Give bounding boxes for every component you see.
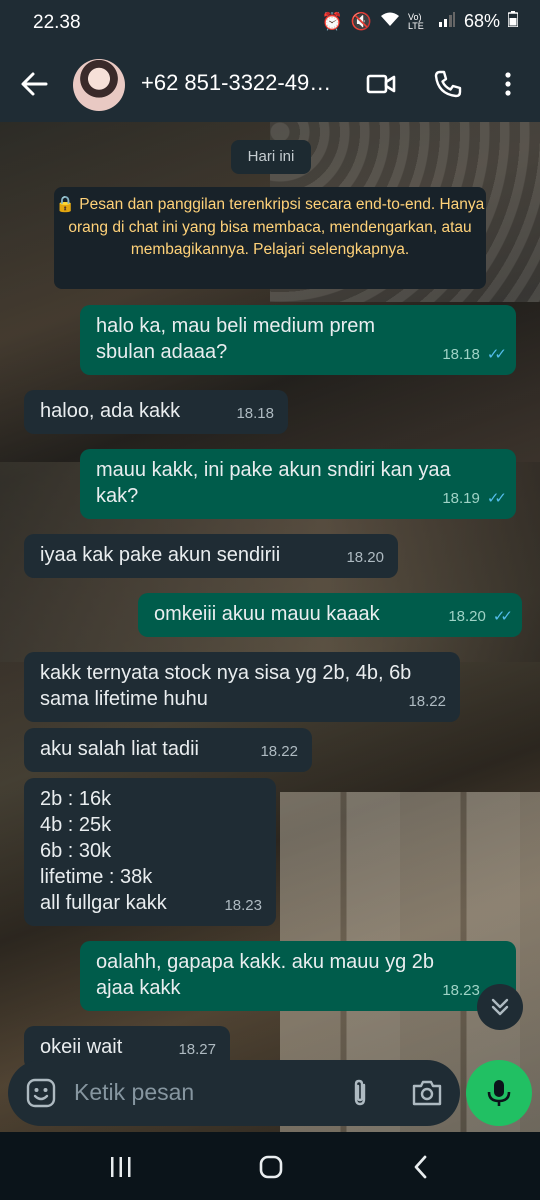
battery-level: 68%: [463, 11, 500, 31]
message-time: 18.22: [260, 743, 298, 760]
voice-message-button[interactable]: [466, 1060, 532, 1126]
message-text: iyaa kak pake akun sendirii: [40, 544, 281, 566]
message-bubble[interactable]: 2b : 16k 4b : 25k 6b : 30k lifetime : 38…: [24, 778, 276, 926]
wifi-icon: [380, 11, 400, 32]
message-text: halo ka, mau beli medium prem sbulan ada…: [96, 315, 376, 363]
message-input[interactable]: Ketik pesan: [74, 1079, 194, 1106]
camera-icon[interactable]: [410, 1077, 444, 1109]
network-label: Vo) LTE: [407, 11, 424, 31]
attachment-icon[interactable]: [344, 1077, 376, 1109]
system-nav-bar: [0, 1132, 540, 1200]
contact-name[interactable]: +62 851-3322-49…: [141, 70, 341, 96]
message-bubble[interactable]: haloo, ada kakk 18.18: [24, 390, 288, 434]
message-text: aku salah liat tadii: [40, 738, 199, 760]
signal-icon: [438, 11, 456, 32]
home-icon[interactable]: [256, 1152, 286, 1182]
encryption-notice[interactable]: 🔒 Pesan dan panggilan terenkripsi secara…: [54, 187, 486, 289]
message-meta: 18.18: [236, 401, 274, 427]
read-ticks-icon: ✓✓: [486, 490, 507, 507]
message-meta: 18.22: [408, 689, 446, 715]
message-bubble[interactable]: kakk ternyata stock nya sisa yg 2b, 4b, …: [24, 652, 460, 722]
message-meta: 18.19 ✓✓: [442, 486, 507, 512]
message-time: 18.20: [448, 608, 486, 625]
message-bubble[interactable]: oalahh, gapapa kakk. aku mauu yg 2b ajaa…: [80, 941, 516, 1011]
message-text: kakk ternyata stock nya sisa yg 2b, 4b, …: [40, 662, 412, 710]
emoji-sticker-icon[interactable]: [26, 1078, 56, 1108]
alarm-icon: ⏰: [321, 11, 343, 31]
message-meta: 18.20: [346, 545, 384, 571]
status-time: 22.38: [33, 12, 81, 33]
status-bar: 22.38 ⏰ 🔇 Vo) LTE 68%: [0, 0, 540, 46]
microphone-icon: [487, 1080, 511, 1106]
message-time: 18.23: [224, 897, 262, 914]
recent-apps-icon[interactable]: [106, 1152, 136, 1182]
message-bubble[interactable]: iyaa kak pake akun sendirii 18.20: [24, 534, 398, 578]
message-time: 18.18: [236, 405, 274, 422]
message-bubble[interactable]: halo ka, mau beli medium prem sbulan ada…: [80, 305, 516, 375]
battery-icon: [507, 11, 519, 32]
message-time: 18.18: [442, 346, 480, 363]
read-ticks-icon: ✓✓: [492, 608, 513, 625]
message-meta: 18.22: [260, 739, 298, 765]
message-meta: 18.20 ✓✓: [448, 604, 513, 630]
read-ticks-icon: ✓✓: [486, 346, 507, 363]
chat-header: +62 851-3322-49…: [0, 46, 540, 122]
mute-icon: 🔇: [350, 11, 372, 31]
scroll-to-bottom-button[interactable]: [477, 984, 523, 1030]
double-chevron-down-icon: [491, 998, 509, 1016]
back-arrow-icon[interactable]: [20, 70, 48, 98]
message-time: 18.22: [408, 693, 446, 710]
back-nav-icon[interactable]: [406, 1152, 436, 1182]
status-icons: ⏰ 🔇 Vo) LTE 68%: [321, 11, 519, 32]
message-bubble[interactable]: omkeiii akuu mauu kaaak 18.20 ✓✓: [138, 593, 522, 637]
contact-avatar[interactable]: [73, 59, 125, 111]
more-options-icon[interactable]: [492, 68, 524, 100]
message-time: 18.23: [442, 982, 480, 999]
video-call-icon[interactable]: [365, 68, 397, 100]
message-time: 18.19: [442, 490, 480, 507]
message-meta: 18.18 ✓✓: [442, 342, 507, 368]
message-bubble[interactable]: mauu kakk, ini pake akun sndiri kan yaa …: [80, 449, 516, 519]
voice-call-icon[interactable]: [432, 68, 464, 100]
date-divider: Hari ini: [231, 140, 311, 174]
message-composer: Ketik pesan: [8, 1060, 460, 1126]
message-text: oalahh, gapapa kakk. aku mauu yg 2b ajaa…: [96, 951, 435, 999]
message-time: 18.20: [346, 549, 384, 566]
message-bubble[interactable]: aku salah liat tadii 18.22: [24, 728, 312, 772]
message-meta: 18.23: [224, 893, 262, 919]
message-text: mauu kakk, ini pake akun sndiri kan yaa …: [96, 459, 451, 507]
